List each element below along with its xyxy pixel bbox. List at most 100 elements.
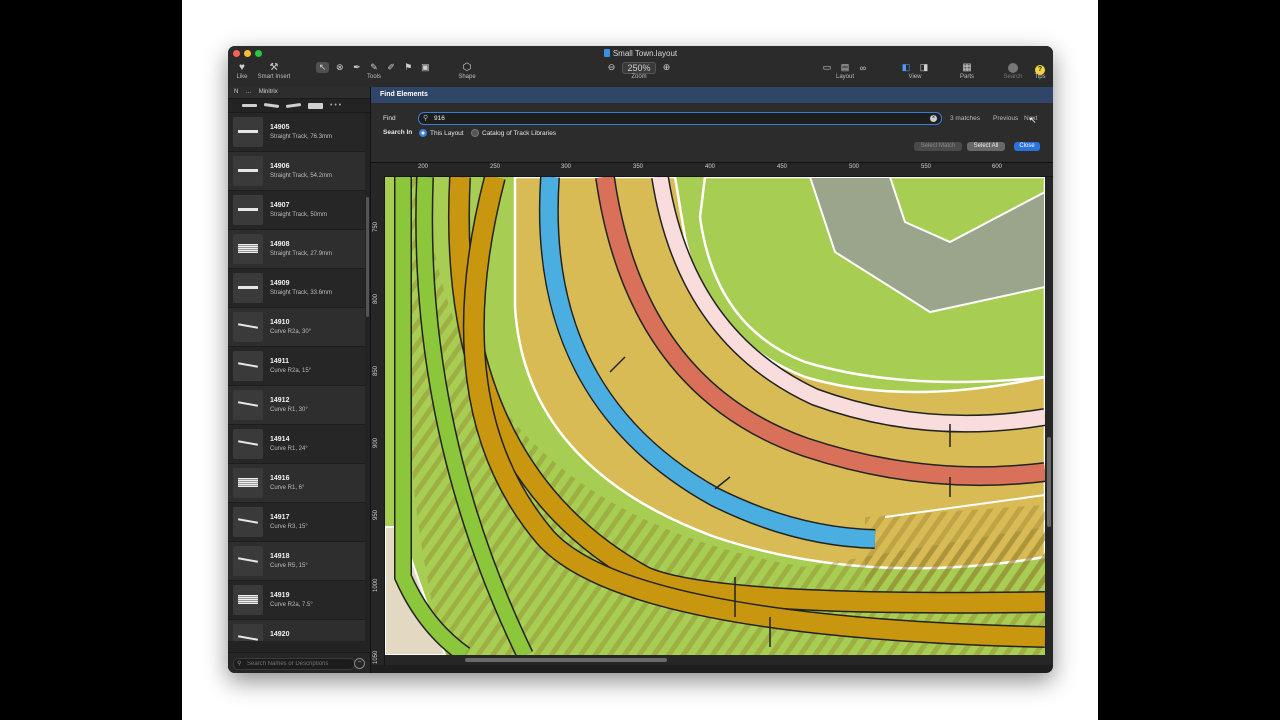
vertical-scroll-thumb[interactable] (1047, 437, 1051, 527)
horizontal-scroll-thumb[interactable] (465, 658, 667, 662)
part-list-item[interactable]: 14909 Straight Track, 33.6mm (228, 269, 365, 308)
part-list-item[interactable]: 14912 Curve R1, 30° (228, 386, 365, 425)
part-number: 14920 (270, 631, 290, 638)
part-list-item[interactable]: 14908 Straight Track, 27.9mm (228, 230, 365, 269)
sidebar-scrollbar[interactable] (366, 197, 369, 317)
part-description: Straight Track, 27.9mm (270, 251, 333, 257)
part-number: 14916 (270, 475, 290, 482)
find-label: Find (383, 115, 396, 122)
more-icon[interactable]: • • • (330, 102, 341, 109)
shape-icon: ⬡ (462, 62, 472, 73)
ruler-label: 550 (921, 164, 932, 170)
close-find-button[interactable]: Close (1014, 142, 1040, 151)
shape-button[interactable]: ⬡ Shape (452, 61, 482, 85)
radio-catalog[interactable]: Catalog of Track Libraries (471, 129, 556, 137)
delete-tool-icon[interactable]: ⊗ (333, 62, 346, 73)
ruler-label: 750 (373, 221, 379, 232)
heart-icon: ♥ (239, 62, 245, 73)
part-number: 14919 (270, 592, 290, 599)
parts-button[interactable]: ▦ Parts (956, 61, 978, 85)
part-thumbnail-icon (233, 546, 263, 576)
left-sidebar-icon[interactable]: ◧ (899, 62, 913, 73)
part-list-item[interactable]: 14916 Curve R1, 6° (228, 464, 365, 503)
select-match-button[interactable]: Select Match (914, 142, 962, 151)
part-description: Curve R2a, 30° (270, 329, 312, 335)
part-number: 14910 (270, 319, 290, 326)
part-list-item[interactable]: 14914 Curve R1, 24° (228, 425, 365, 464)
arrow-tool-icon[interactable]: ↖ (316, 62, 330, 73)
bag-tool-icon[interactable]: ▣ (419, 62, 432, 73)
part-list-item[interactable]: 14905 Straight Track, 76.3mm (228, 113, 365, 152)
part-list-item[interactable]: 14918 Curve R5, 15° (228, 542, 365, 581)
zoom-value[interactable]: 250% (622, 61, 656, 74)
part-text: 14906 Straight Track, 54.2mm (270, 163, 332, 179)
track-plan[interactable] (385, 177, 1045, 655)
part-thumbnail-icon (233, 156, 263, 186)
part-thumbnail-icon (233, 117, 263, 147)
part-number: 14906 (270, 163, 290, 170)
parts-list: 14905 Straight Track, 76.3mm 14906 Straight… (228, 113, 365, 641)
part-description: Curve R3, 15° (270, 524, 308, 530)
match-count: 3 matches (950, 115, 980, 122)
find-input[interactable] (434, 113, 914, 124)
search-icon: ⚲ (423, 115, 429, 122)
layout-table-icon[interactable]: ▤ (838, 62, 852, 73)
turnout-shape-icon[interactable] (285, 102, 302, 109)
layout-window-icon[interactable]: ▭ (820, 62, 834, 73)
part-description: Straight Track, 76.3mm (270, 134, 333, 140)
vertical-scrollbar[interactable] (1045, 177, 1053, 655)
part-thumbnail-icon (233, 312, 263, 342)
magic-wand-icon: ⚒ (269, 62, 279, 73)
part-list-item[interactable]: 14919 Curve R2a, 7.5° (228, 581, 365, 620)
find-field[interactable]: ⚲ × (418, 112, 942, 125)
curve-shape-icon[interactable] (263, 102, 280, 109)
zoom-out-icon[interactable]: ⊖ (604, 62, 618, 73)
breadcrumb-item[interactable]: ... (246, 89, 251, 95)
search-icon (1002, 61, 1024, 74)
breadcrumb-item[interactable]: N (234, 89, 238, 95)
right-sidebar-icon[interactable]: ◨ (917, 62, 931, 73)
sidebar-search-input[interactable] (247, 659, 347, 669)
part-thumbnail-icon (233, 273, 263, 303)
layout-link-icon[interactable]: ∞ (856, 63, 870, 73)
breadcrumb: N ... Minitrix (228, 87, 370, 99)
part-text: 14918 Curve R5, 15° (270, 553, 308, 569)
double-track-shape-icon[interactable] (308, 102, 323, 109)
part-text: 14907 Straight Track, 50mm (270, 202, 327, 218)
parts-icon: ▦ (962, 62, 972, 73)
previous-button[interactable]: Previous (993, 115, 1018, 122)
clear-search-icon[interactable]: × (930, 115, 937, 122)
horizontal-scrollbar[interactable] (385, 655, 1053, 665)
paint-tool-icon[interactable]: ✐ (385, 62, 398, 73)
part-thumbnail-icon (233, 468, 263, 498)
part-thumbnail-icon (233, 390, 263, 420)
pencil-tool-icon[interactable]: ✎ (367, 62, 380, 73)
view-group: ◧ ◨ View (896, 61, 934, 85)
breadcrumb-item[interactable]: Minitrix (259, 89, 278, 95)
collapse-icon[interactable]: − (354, 658, 365, 669)
zoom-in-icon[interactable]: ⊕ (660, 62, 674, 73)
pen-tool-icon[interactable]: ✒ (350, 62, 363, 73)
layout-canvas[interactable] (385, 177, 1045, 655)
mouse-pointer-icon: ↖ (1029, 115, 1037, 125)
like-button[interactable]: ♥ Like (232, 61, 252, 85)
search-button[interactable]: Search (1002, 61, 1024, 85)
document-icon (603, 49, 610, 57)
tips-button[interactable]: ? Tips (1031, 61, 1049, 85)
straight-shape-icon[interactable] (242, 104, 257, 107)
part-list-item[interactable]: 14910 Curve R2a, 30° (228, 308, 365, 347)
part-shape-strip: • • • (228, 99, 370, 113)
part-list-item[interactable]: 14917 Curve R3, 15° (228, 503, 365, 542)
select-all-button[interactable]: Select All (967, 142, 1005, 151)
part-text: 14911 Curve R2a, 15° (270, 358, 311, 374)
sidebar-search-field[interactable]: ⚲ (233, 658, 355, 670)
radio-this-layout[interactable]: This Layout (419, 129, 464, 137)
smart-insert-button[interactable]: ⚒ Smart Insert (252, 61, 296, 85)
stamp-tool-icon[interactable]: ⚑ (402, 62, 415, 73)
part-list-item[interactable]: 14906 Straight Track, 54.2mm (228, 152, 365, 191)
part-list-item[interactable]: 14911 Curve R2a, 15° (228, 347, 365, 386)
part-list-item[interactable]: 14907 Straight Track, 50mm (228, 191, 365, 230)
layout-group: ▭ ▤ ∞ Layout (816, 61, 874, 85)
part-list-item[interactable]: 14920Curve R2b, 30° (228, 620, 365, 641)
part-description: Straight Track, 50mm (270, 212, 328, 218)
